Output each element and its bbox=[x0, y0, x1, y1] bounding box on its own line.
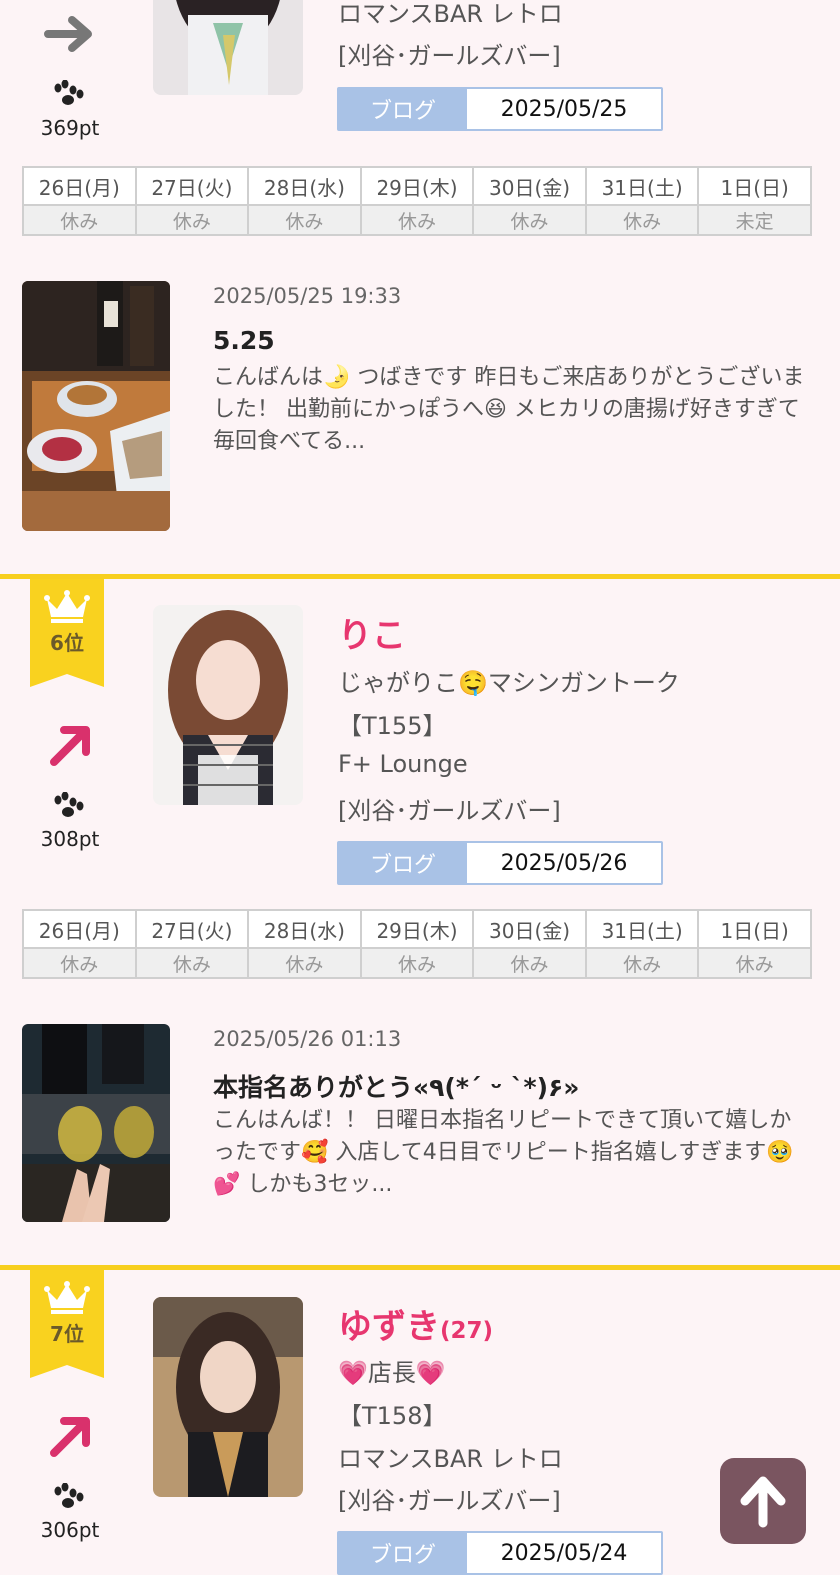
blog-post-excerpt: こんはんば！！ 日曜日本指名リピートできて頂いて嬉しかったです🥰 入店して4日目… bbox=[213, 1108, 794, 1197]
schedule-status: 休み bbox=[584, 947, 700, 979]
points-label: 306pt bbox=[40, 1518, 100, 1542]
area-label: [刈谷･ガールズバー] bbox=[338, 797, 561, 825]
rank-label: 7位 bbox=[50, 1322, 84, 1346]
entry-separator bbox=[0, 1265, 840, 1270]
scroll-to-top-button[interactable] bbox=[720, 1458, 806, 1544]
blog-post-time: 2025/05/25 19:33 bbox=[213, 284, 402, 308]
cast-name[interactable]: ゆずき(27) bbox=[338, 1299, 493, 1348]
schedule-status: 休み bbox=[472, 947, 587, 979]
blog-thumbnail[interactable] bbox=[22, 1024, 170, 1222]
up-right-arrow-icon bbox=[50, 726, 90, 766]
profile-photo[interactable] bbox=[153, 0, 303, 95]
schedule-day: 28日(水) bbox=[247, 166, 362, 206]
up-right-arrow-icon bbox=[50, 1417, 90, 1457]
crown-icon bbox=[44, 1281, 90, 1314]
blog-date: 2025/05/25 bbox=[500, 96, 628, 122]
blog-date: 2025/05/26 bbox=[500, 850, 628, 876]
blog-button-label: ブログ bbox=[339, 89, 467, 129]
schedule-status: 休み bbox=[359, 947, 475, 979]
blog-post-title[interactable]: 5.25 bbox=[213, 326, 275, 355]
blog-button[interactable]: ブログ 2025/05/26 bbox=[337, 841, 663, 885]
points-label: 308pt bbox=[40, 827, 100, 851]
blog-date: 2025/05/24 bbox=[500, 1540, 628, 1566]
schedule-day: 31日(土) bbox=[584, 909, 700, 949]
height-label: 【T158】 bbox=[338, 1402, 447, 1430]
schedule-day: 29日(木) bbox=[359, 166, 475, 206]
blog-button[interactable]: ブログ 2025/05/25 bbox=[337, 87, 663, 131]
catch-copy: 💗店長💗 bbox=[338, 1359, 446, 1387]
schedule-day: 27日(火) bbox=[134, 166, 250, 206]
blog-button[interactable]: ブログ 2025/05/24 bbox=[337, 1531, 663, 1575]
schedule-status: 未定 bbox=[697, 204, 812, 236]
schedule-status: 休み bbox=[134, 947, 250, 979]
schedule-day: 31日(土) bbox=[584, 166, 700, 206]
rank-ribbon: 7位 bbox=[30, 1270, 104, 1378]
profile-photo[interactable] bbox=[153, 605, 303, 805]
store-name[interactable]: F+ Lounge bbox=[338, 750, 468, 778]
schedule-status: 休み bbox=[584, 204, 700, 236]
blog-button-label: ブログ bbox=[339, 843, 467, 883]
schedule-day: 26日(月) bbox=[22, 909, 137, 949]
arrow-up-icon bbox=[740, 1476, 786, 1528]
schedule-day: 30日(金) bbox=[472, 166, 587, 206]
rank-label: 6位 bbox=[50, 631, 84, 655]
profile-photo[interactable] bbox=[153, 1297, 303, 1497]
schedule-status: 休み bbox=[697, 947, 812, 979]
blog-post-title[interactable]: 本指名ありがとう«٩(*´ ᵕ `*)۶» bbox=[213, 1068, 579, 1104]
schedule-status: 休み bbox=[247, 947, 362, 979]
schedule-status: 休み bbox=[22, 204, 137, 236]
entry-separator bbox=[0, 574, 840, 579]
schedule-day: 30日(金) bbox=[472, 909, 587, 949]
area-label: [刈谷･ガールズバー] bbox=[338, 42, 561, 70]
blog-post-excerpt: こんばんは🌛 つばきです 昨日もご来店ありがとうございました！ 出勤前にかっぽう… bbox=[213, 365, 805, 454]
rank-ribbon: 6位 bbox=[30, 579, 104, 687]
cast-name[interactable]: りこ bbox=[338, 608, 406, 657]
paw-icon bbox=[54, 792, 84, 817]
schedule-day: 29日(木) bbox=[359, 909, 475, 949]
store-name[interactable]: ロマンスBAR レトロ bbox=[338, 1439, 563, 1474]
area-label: [刈谷･ガールズバー] bbox=[338, 1487, 561, 1515]
catch-copy: じゃがりこ🤤マシンガントーク bbox=[338, 669, 680, 697]
cast-age: (27) bbox=[440, 1318, 494, 1344]
paw-icon bbox=[54, 80, 84, 105]
schedule-status: 休み bbox=[472, 204, 587, 236]
blog-button-label: ブログ bbox=[339, 1533, 467, 1573]
crown-icon bbox=[44, 590, 90, 623]
weekly-schedule: 26日(月) 27日(火) 28日(水) 29日(木) 30日(金) 31日(土… bbox=[22, 909, 812, 979]
height-label: 【T155】 bbox=[338, 712, 447, 740]
cast-name-text: りこ bbox=[338, 616, 406, 656]
schedule-day: 1日(日) bbox=[697, 166, 812, 206]
schedule-status: 休み bbox=[247, 204, 362, 236]
paw-icon bbox=[54, 1483, 84, 1508]
store-name[interactable]: ロマンスBAR レトロ bbox=[338, 0, 563, 29]
schedule-day: 1日(日) bbox=[697, 909, 812, 949]
schedule-status: 休み bbox=[134, 204, 250, 236]
schedule-status: 休み bbox=[22, 947, 137, 979]
blog-thumbnail[interactable] bbox=[22, 281, 170, 531]
cast-name-text: ゆずき bbox=[338, 1307, 440, 1347]
blog-post-time: 2025/05/26 01:13 bbox=[213, 1027, 402, 1051]
schedule-status: 休み bbox=[359, 204, 475, 236]
schedule-day: 28日(水) bbox=[247, 909, 362, 949]
points-label: 369pt bbox=[40, 116, 100, 140]
right-arrow-icon bbox=[44, 16, 92, 52]
schedule-day: 26日(月) bbox=[22, 166, 137, 206]
weekly-schedule: 26日(月) 27日(火) 28日(水) 29日(木) 30日(金) 31日(土… bbox=[22, 166, 812, 236]
schedule-day: 27日(火) bbox=[134, 909, 250, 949]
